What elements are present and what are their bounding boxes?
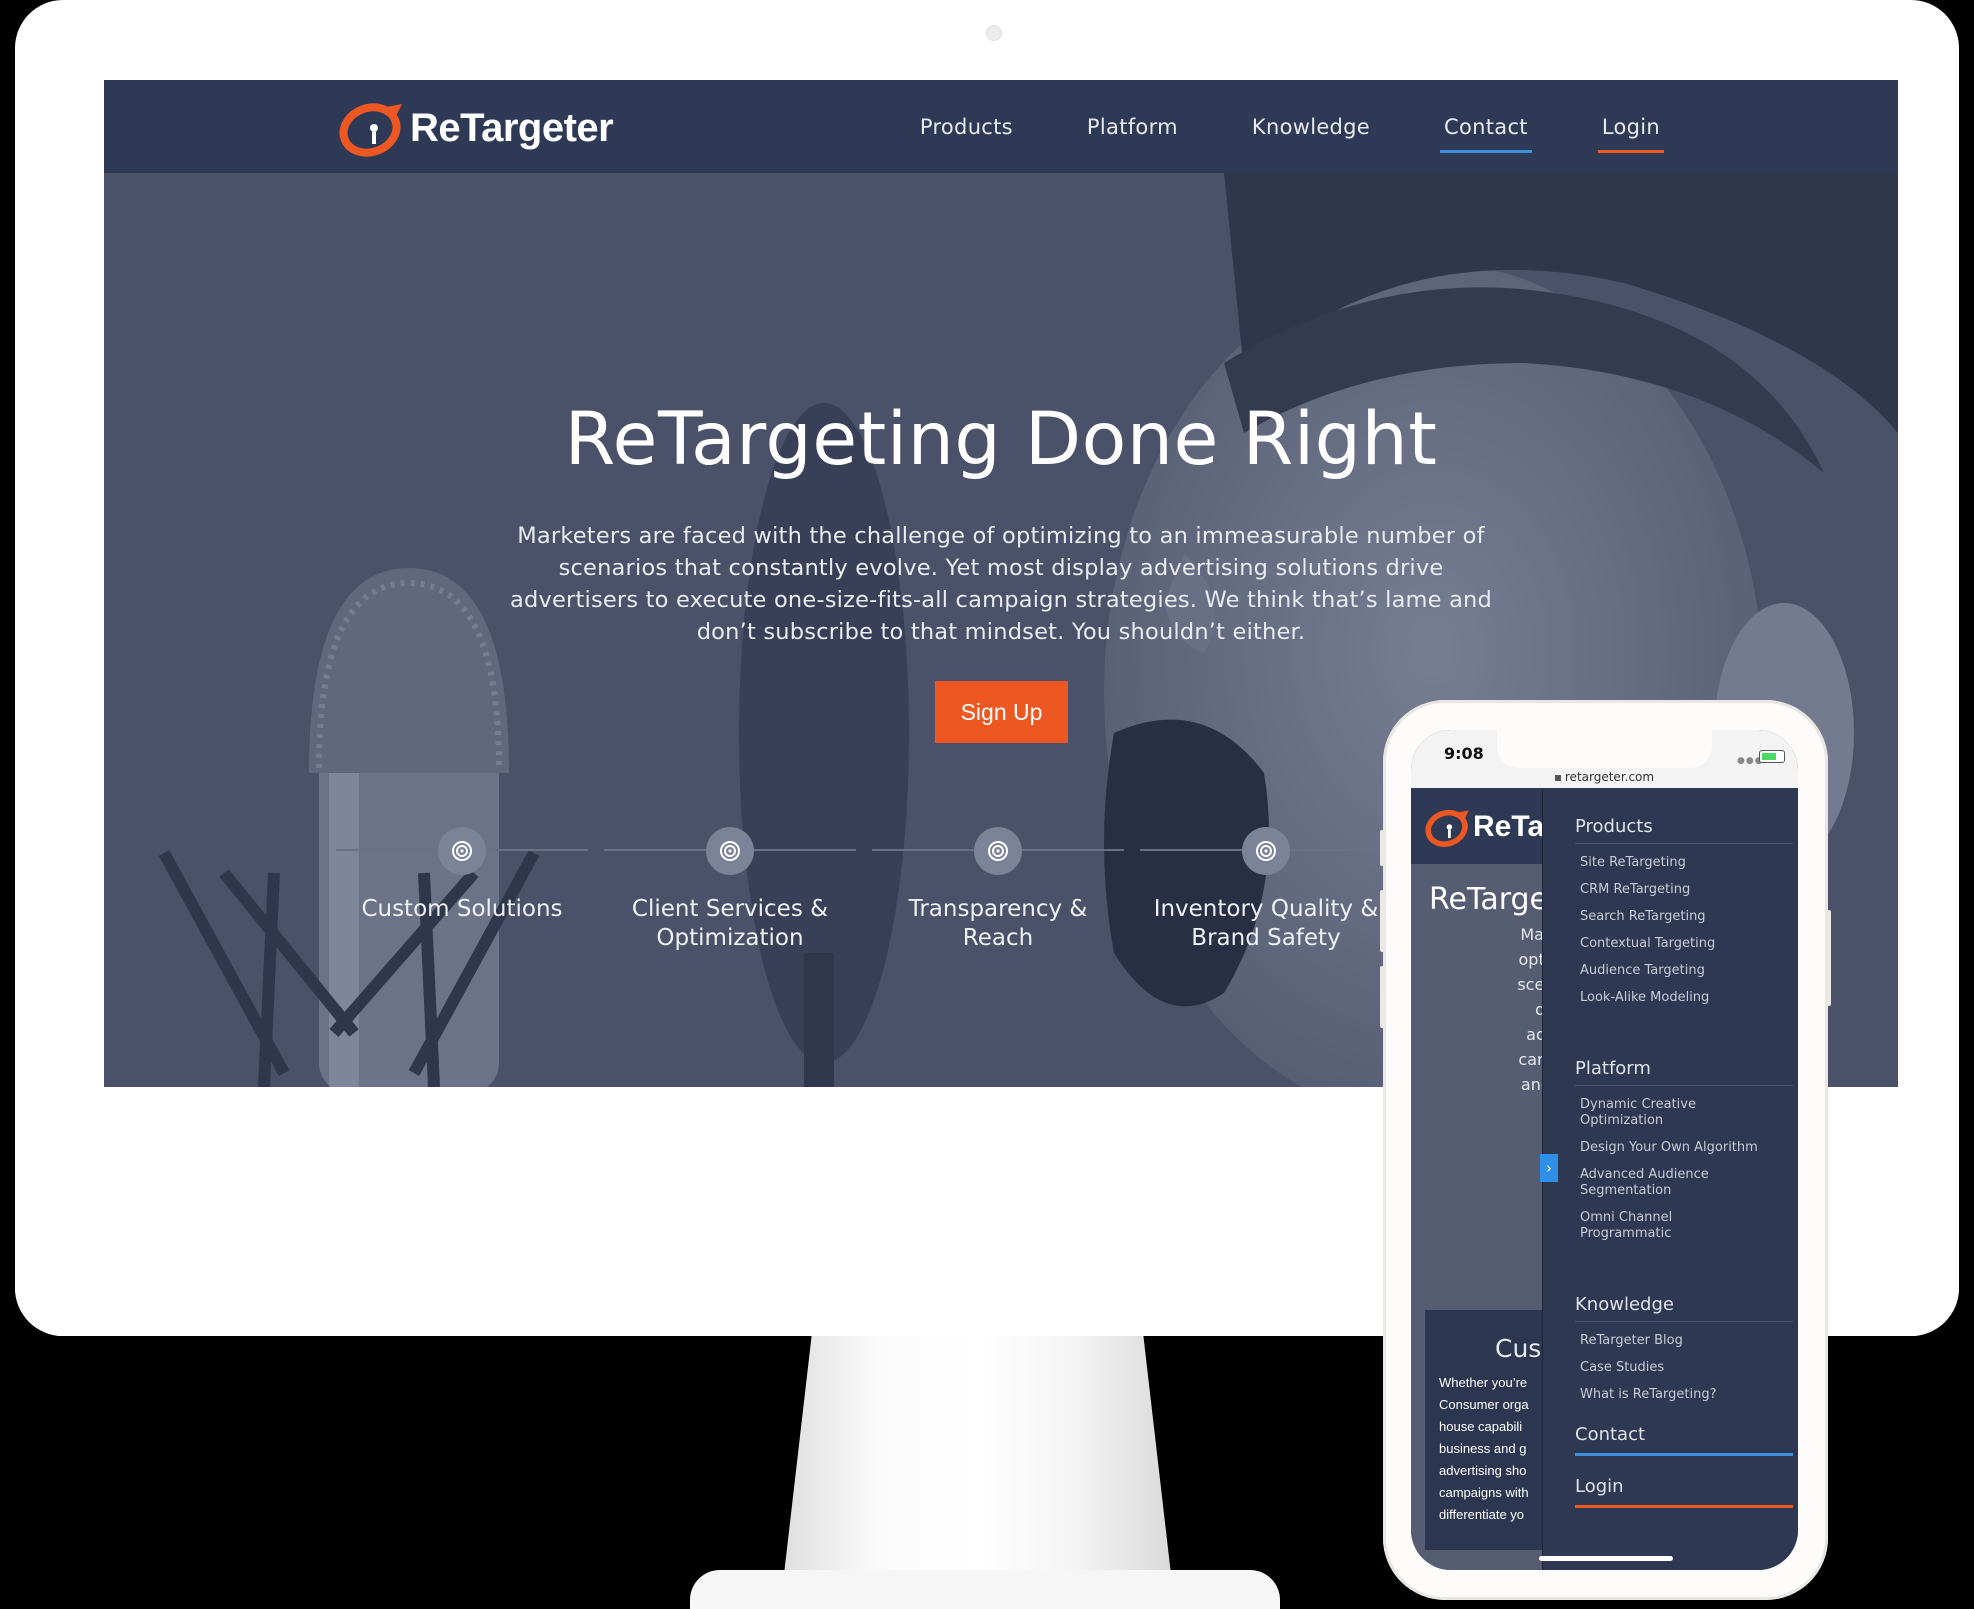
nav-platform[interactable]: Platform bbox=[1085, 107, 1180, 147]
phone-screen: 9:08 ●●● retargeter.com ReTa ReTarge and… bbox=[1411, 730, 1798, 1570]
menu-heading-platform[interactable]: Platform bbox=[1575, 1058, 1793, 1086]
feature-custom-solutions[interactable]: Custom Solutions bbox=[336, 815, 588, 924]
menu-item[interactable]: What is ReTargeting? bbox=[1575, 1387, 1793, 1403]
menu-heading-knowledge[interactable]: Knowledge bbox=[1575, 1294, 1793, 1322]
menu-item[interactable]: Search ReTargeting bbox=[1575, 909, 1793, 925]
menu-item[interactable]: Audience Targeting bbox=[1575, 963, 1793, 979]
volume-up-button bbox=[1380, 890, 1384, 952]
feature-label: Client Services & Optimization bbox=[631, 896, 829, 951]
target-icon bbox=[438, 827, 486, 875]
hero-description: Marketers are faced with the challenge o… bbox=[510, 523, 1492, 645]
mobile-card-title: Cus bbox=[1495, 1334, 1542, 1363]
menu-item[interactable]: CRM ReTargeting bbox=[1575, 882, 1793, 898]
feature-transparency[interactable]: Transparency & Reach bbox=[872, 815, 1124, 953]
chevron-right-icon[interactable]: › bbox=[1540, 1154, 1558, 1182]
volume-down-button bbox=[1380, 966, 1384, 1028]
lock-icon bbox=[1554, 774, 1561, 781]
menu-item[interactable]: Look-Alike Modeling bbox=[1575, 990, 1793, 1006]
url-text: retargeter.com bbox=[1564, 770, 1655, 784]
nav-links: Products Platform Knowledge Contact Logi… bbox=[848, 80, 1665, 173]
sign-up-button[interactable]: Sign Up bbox=[935, 681, 1068, 743]
menu-item[interactable]: Case Studies bbox=[1575, 1360, 1793, 1376]
power-button bbox=[1827, 910, 1831, 1006]
menu-heading-products[interactable]: Products bbox=[1575, 816, 1793, 844]
nav-contact[interactable]: Contact bbox=[1440, 107, 1532, 153]
menu-login[interactable]: Login bbox=[1575, 1476, 1793, 1508]
retargeter-swoosh-icon bbox=[1425, 809, 1469, 847]
menu-contact[interactable]: Contact bbox=[1575, 1424, 1793, 1456]
top-nav: ReTargeter Products Platform Knowledge C… bbox=[104, 80, 1898, 174]
phone-frame: 9:08 ●●● retargeter.com ReTa ReTarge and… bbox=[1380, 700, 1831, 1600]
menu-section-knowledge: Knowledge ReTargeter Blog Case Studies W… bbox=[1575, 1294, 1793, 1403]
battery-icon bbox=[1759, 750, 1785, 763]
menu-item[interactable]: ReTargeter Blog bbox=[1575, 1333, 1793, 1349]
status-bar: 9:08 ●●● retargeter.com bbox=[1411, 730, 1798, 788]
nav-login[interactable]: Login bbox=[1597, 107, 1665, 153]
menu-item[interactable]: Design Your Own Algorithm bbox=[1575, 1140, 1793, 1156]
mobile-hero-title: ReTarge bbox=[1429, 882, 1549, 917]
target-icon bbox=[1242, 827, 1290, 875]
menu-item[interactable]: Omni Channel Programmatic bbox=[1575, 1210, 1730, 1242]
feature-label: Inventory Quality & Brand Safety bbox=[1153, 896, 1379, 951]
target-icon bbox=[974, 827, 1022, 875]
site-logo[interactable]: ReTargeter bbox=[336, 98, 614, 158]
menu-item[interactable]: Advanced Audience Segmentation bbox=[1575, 1167, 1750, 1199]
feature-label: Custom Solutions bbox=[361, 896, 563, 922]
feature-client-services[interactable]: Client Services & Optimization bbox=[604, 815, 856, 953]
menu-section-platform: Platform Dynamic Creative Optimization D… bbox=[1575, 1058, 1793, 1242]
home-indicator[interactable] bbox=[1539, 1556, 1673, 1561]
menu-section-products: Products Site ReTargeting CRM ReTargetin… bbox=[1575, 816, 1793, 1006]
status-time: 9:08 bbox=[1444, 744, 1484, 763]
notch bbox=[1497, 730, 1712, 768]
menu-item[interactable]: Site ReTargeting bbox=[1575, 855, 1793, 871]
nav-knowledge[interactable]: Knowledge bbox=[1250, 107, 1372, 147]
menu-item[interactable]: Dynamic Creative Optimization bbox=[1575, 1097, 1730, 1129]
logo-text: ReTargeter bbox=[410, 105, 614, 150]
target-icon bbox=[706, 827, 754, 875]
hero-title: ReTargeting Done Right bbox=[564, 396, 1438, 482]
mute-switch bbox=[1380, 830, 1384, 866]
feature-inventory-quality[interactable]: Inventory Quality & Brand Safety bbox=[1140, 815, 1392, 953]
mobile-logo[interactable]: ReTa bbox=[1423, 806, 1544, 848]
feature-row: Custom Solutions Client Services & Optim… bbox=[336, 815, 1436, 975]
retargeter-swoosh-icon bbox=[339, 103, 402, 157]
menu-item[interactable]: Contextual Targeting bbox=[1575, 936, 1793, 952]
nav-products[interactable]: Products bbox=[918, 107, 1015, 147]
mobile-logo-text: ReTa bbox=[1473, 810, 1545, 843]
monitor-stand bbox=[780, 1336, 1175, 1609]
feature-label: Transparency & Reach bbox=[908, 896, 1088, 951]
url-bar[interactable]: retargeter.com bbox=[1411, 770, 1798, 784]
camera-icon bbox=[986, 25, 1002, 41]
monitor-stand-base bbox=[690, 1570, 1280, 1609]
mobile-nav-drawer: › Products Site ReTargeting CRM ReTarget… bbox=[1540, 790, 1798, 1570]
